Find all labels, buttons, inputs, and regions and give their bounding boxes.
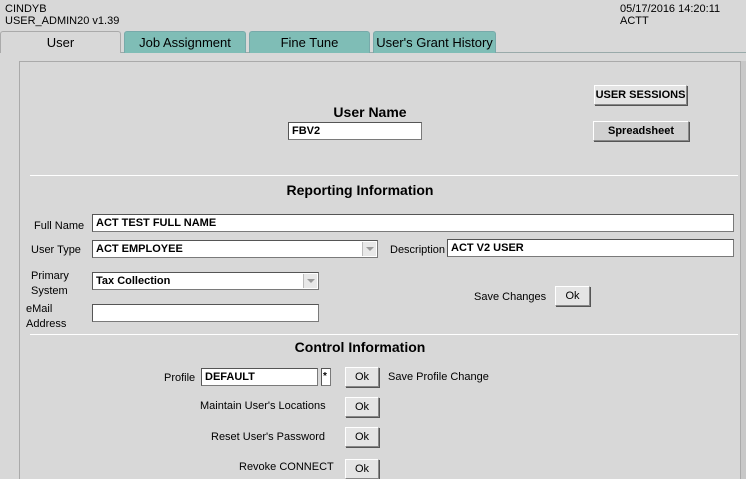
full-name-input[interactable]: ACT TEST FULL NAME (92, 214, 734, 232)
username-input[interactable]: FBV2 (288, 122, 422, 140)
control-title: Control Information (294, 339, 426, 355)
save-changes-label: Save Changes (474, 291, 547, 303)
vertical-scrollbar[interactable] (740, 61, 746, 479)
primary-system-label-2: System (31, 285, 68, 297)
datetime: 05/17/2016 14:20:11 (620, 3, 721, 15)
tab-job-assignment[interactable]: Job Assignment (124, 31, 246, 53)
email-label-1: eMail (26, 303, 53, 315)
app-version: USER_ADMIN20 v1.39 (5, 15, 120, 27)
tab-users-grant-history[interactable]: User's Grant History (373, 31, 496, 53)
primary-system-select[interactable]: Tax Collection (92, 272, 319, 290)
tab-user[interactable]: User (0, 31, 121, 53)
section-divider (30, 334, 738, 335)
save-profile-ok-button[interactable]: Ok (345, 367, 379, 387)
system-name: ACTT (620, 15, 649, 27)
revoke-connect-label: Revoke CONNECT (239, 461, 334, 473)
user-type-select[interactable]: ACT EMPLOYEE (92, 240, 378, 258)
email-input[interactable] (92, 304, 319, 322)
user-type-value: ACT EMPLOYEE (96, 243, 183, 255)
full-name-label: Full Name (34, 220, 85, 232)
current-user: CINDYB (5, 3, 47, 15)
reporting-title: Reporting Information (286, 182, 434, 198)
user-type-label: User Type (31, 244, 81, 256)
user-name-title: User Name (333, 104, 407, 120)
description-label: Description (390, 244, 446, 256)
profile-input[interactable]: DEFAULT (201, 368, 318, 386)
email-label-2: Address (26, 318, 67, 330)
maintain-locations-label: Maintain User's Locations (200, 400, 326, 412)
profile-label: Profile (164, 372, 196, 384)
profile-lov-button[interactable]: * (321, 368, 331, 386)
maintain-locations-ok-button[interactable]: Ok (345, 397, 379, 417)
save-profile-label: Save Profile Change (388, 371, 489, 383)
save-changes-ok-button[interactable]: Ok (555, 286, 590, 306)
reset-password-ok-button[interactable]: Ok (345, 427, 379, 447)
user-sessions-button[interactable]: USER SESSIONS (594, 85, 687, 105)
spreadsheet-button[interactable]: Spreadsheet (593, 121, 689, 141)
primary-system-label-1: Primary (31, 270, 69, 282)
primary-system-value: Tax Collection (96, 275, 171, 287)
chevron-down-icon[interactable] (362, 242, 376, 256)
chevron-down-icon[interactable] (303, 274, 317, 288)
tab-fine-tune[interactable]: Fine Tune (249, 31, 370, 53)
description-input[interactable]: ACT V2 USER (447, 239, 734, 257)
revoke-connect-ok-button[interactable]: Ok (345, 459, 379, 479)
reset-password-label: Reset User's Password (211, 431, 325, 443)
section-divider (30, 175, 738, 176)
